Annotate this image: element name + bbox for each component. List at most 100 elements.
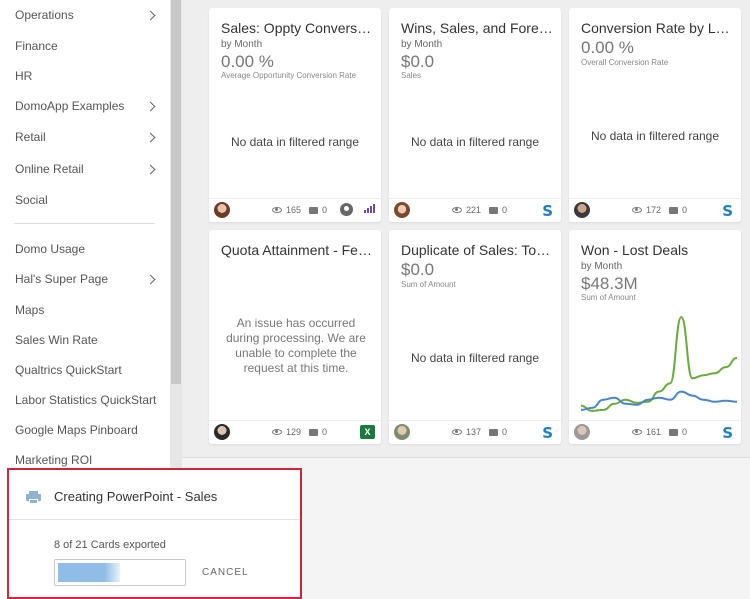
- card-error-message: An issue has occurred during processing.…: [226, 316, 366, 375]
- sidebar-item-label: Retail: [15, 130, 46, 144]
- eye-icon: [452, 207, 462, 213]
- comment-icon: [489, 428, 498, 436]
- series-line-2[interactable]: [580, 390, 738, 411]
- card-empty-message: No data in filtered range: [230, 135, 360, 149]
- card-empty-message: No data in filtered range: [410, 135, 540, 149]
- certified-badge-icon: [340, 203, 353, 216]
- printer-icon: [26, 491, 41, 504]
- card-footer: 129 0 X: [209, 420, 381, 444]
- sidebar-item-operations[interactable]: Operations: [15, 4, 160, 26]
- dialog-header: Creating PowerPoint - Sales: [9, 470, 300, 520]
- view-count: 137: [452, 427, 481, 437]
- card-title: Conversion Rate by Lead Source: [581, 20, 733, 36]
- card-title: Wins, Sales, and Forecast: [401, 20, 553, 36]
- comment-count[interactable]: 0: [489, 205, 507, 215]
- comment-icon: [489, 206, 498, 214]
- export-progress-dialog: Creating PowerPoint - Sales 8 of 21 Card…: [7, 468, 302, 599]
- comment-count[interactable]: 0: [669, 427, 687, 437]
- card-summary-value: 0.00 %: [221, 52, 274, 71]
- sidebar-item-sales-win-rate[interactable]: Sales Win Rate: [15, 329, 160, 351]
- sidebar-item-domo-usage[interactable]: Domo Usage: [15, 238, 160, 260]
- sidebar-item-label: Finance: [15, 39, 58, 53]
- sidebar-item-label: Operations: [15, 8, 74, 22]
- card-summary-label: Overall Conversion Rate: [581, 58, 669, 67]
- card-empty-message: No data in filtered range: [410, 351, 540, 365]
- dialog-title: Creating PowerPoint - Sales: [54, 489, 218, 504]
- comment-count[interactable]: 0: [669, 205, 687, 215]
- comment-icon: [309, 206, 318, 214]
- sidebar-item-finance[interactable]: Finance: [15, 35, 160, 57]
- chevron-right-icon: [145, 132, 156, 142]
- salesforce-source-icon: S: [722, 424, 733, 442]
- card-conversion-rate-by-lead[interactable]: Conversion Rate by Lead Source 0.00 % Ov…: [569, 8, 741, 222]
- sidebar-item-hals-super-page[interactable]: Hal's Super Page: [15, 268, 160, 290]
- avatar[interactable]: [574, 424, 590, 440]
- sidebar-item-qualtrics-quickstart[interactable]: Qualtrics QuickStart: [15, 359, 160, 381]
- avatar[interactable]: [394, 424, 410, 440]
- card-title: Duplicate of Sales: Top 25 Accounts: [401, 242, 553, 258]
- avatar[interactable]: [214, 424, 230, 440]
- sidebar-item-retail[interactable]: Retail: [15, 126, 160, 148]
- comment-count[interactable]: 0: [309, 427, 327, 437]
- view-count: 161: [632, 427, 661, 437]
- card-quota-attainment[interactable]: Quota Attainment - February An issue has…: [209, 230, 381, 444]
- sidebar-item-label: Marketing ROI: [15, 453, 93, 467]
- card-subtitle: by Month: [581, 261, 623, 272]
- card-won-lost-deals[interactable]: Won - Lost Deals by Month $48.3M Sum of …: [569, 230, 741, 444]
- eye-icon: [272, 429, 282, 435]
- cancel-button[interactable]: CANCEL: [202, 567, 249, 578]
- sidebar-item-maps[interactable]: Maps: [15, 299, 160, 321]
- sidebar-item-label: Maps: [15, 303, 45, 317]
- card-wins-sales-forecast[interactable]: Wins, Sales, and Forecast by Month $0.0 …: [389, 8, 561, 222]
- view-count: 165: [272, 205, 301, 215]
- sidebar-item-labor-statistics-quickstart[interactable]: Labor Statistics QuickStart: [15, 389, 160, 411]
- comment-count[interactable]: 0: [489, 427, 507, 437]
- card-summary-value: $0.0: [401, 260, 435, 279]
- card-summary-value: $48.3M: [581, 274, 638, 293]
- comment-icon: [309, 428, 318, 436]
- card-footer: 172 0 S: [569, 198, 741, 222]
- comment-icon: [669, 428, 678, 436]
- chevron-right-icon: [145, 274, 156, 284]
- sidebar-item-label: DomoApp Examples: [15, 99, 125, 113]
- comment-count[interactable]: 0: [309, 205, 327, 215]
- card-footer: 221 0 S: [389, 198, 561, 222]
- sidebar-item-domoapp-examples[interactable]: DomoApp Examples: [15, 95, 160, 117]
- avatar[interactable]: [394, 202, 410, 218]
- comment-icon: [669, 206, 678, 214]
- salesforce-source-icon: S: [722, 202, 733, 220]
- card-duplicate-sales-top[interactable]: Duplicate of Sales: Top 25 Accounts $0.0…: [389, 230, 561, 444]
- chevron-right-icon: [145, 10, 156, 20]
- card-footer: 137 0 S: [389, 420, 561, 444]
- card-summary-label: Sum of Amount: [401, 280, 456, 289]
- sidebar-divider: [14, 223, 155, 224]
- sidebar-item-google-maps-pinboard[interactable]: Google Maps Pinboard: [15, 419, 160, 441]
- card-sales-oppty-conversion[interactable]: Sales: Oppty Conversion by Month 0.00 % …: [209, 8, 381, 222]
- export-progress-text: 8 of 21 Cards exported: [54, 539, 166, 551]
- card-footer: 161 0 S: [569, 420, 741, 444]
- sidebar-item-social[interactable]: Social: [15, 189, 160, 211]
- avatar[interactable]: [214, 202, 230, 218]
- chevron-right-icon: [145, 164, 156, 174]
- avatar[interactable]: [574, 202, 590, 218]
- progress-bar-fill: [58, 563, 120, 582]
- won-lost-line-chart[interactable]: [579, 308, 739, 418]
- sidebar-item-label: Online Retail: [15, 162, 84, 176]
- sidebar-item-label: Labor Statistics QuickStart: [15, 393, 157, 407]
- card-summary-value: 0.00 %: [581, 38, 634, 57]
- view-count: 129: [272, 427, 301, 437]
- card-summary-label: Sales: [401, 71, 422, 80]
- card-subtitle: by Month: [401, 39, 443, 50]
- card-subtitle: by Month: [221, 39, 263, 50]
- sidebar-item-hr[interactable]: HR: [15, 65, 160, 87]
- sidebar-item-label: Domo Usage: [15, 242, 86, 256]
- card-summary-label: Sum of Amount: [581, 293, 636, 302]
- scrollbar-thumb[interactable]: [171, 0, 181, 384]
- card-title: Won - Lost Deals: [581, 242, 689, 258]
- salesforce-source-icon: S: [542, 424, 553, 442]
- eye-icon: [632, 429, 642, 435]
- sidebar-item-online-retail[interactable]: Online Retail: [15, 158, 160, 180]
- export-progress-bar: [54, 559, 186, 586]
- view-count: 172: [632, 205, 661, 215]
- sidebar-item-label: Google Maps Pinboard: [15, 423, 138, 437]
